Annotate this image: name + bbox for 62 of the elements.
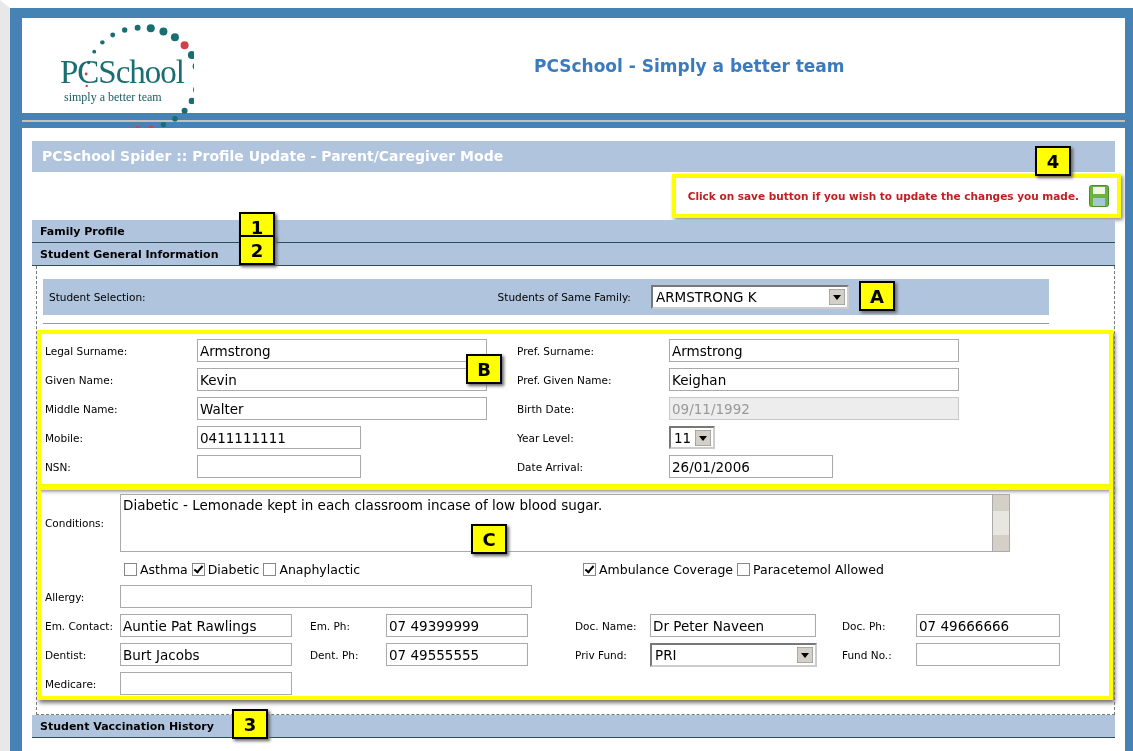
save-icon[interactable] (1089, 185, 1109, 207)
field-label: Allergy: (45, 590, 86, 603)
field-label: Birth Date: (517, 402, 576, 415)
callout-marker: 2 (239, 235, 275, 265)
text-field[interactable]: Burt Jacobs (120, 643, 292, 666)
logo-wordmark: PCSchool (60, 54, 185, 91)
text-field[interactable]: 26/01/2006 (669, 455, 833, 478)
field-label: Given Name: (45, 373, 115, 386)
text-field[interactable]: 07 49666666 (916, 614, 1060, 637)
field-label: Doc. Name: (575, 619, 638, 632)
checkbox-option[interactable]: Asthma (124, 561, 188, 577)
field-label: Pref. Given Name: (517, 373, 613, 386)
field-label: Year Level: (517, 431, 575, 444)
student-select[interactable]: ARMSTRONG K (650, 285, 849, 309)
field-label: Priv Fund: (575, 648, 628, 661)
fund-select[interactable]: PRI (650, 642, 817, 667)
text-field[interactable]: Armstrong (669, 339, 959, 362)
field-label: Middle Name: (45, 402, 119, 415)
field-label: Mobile: (45, 431, 84, 444)
year-level-select[interactable]: 11 (669, 426, 715, 449)
text-field[interactable]: 07 49399999 (386, 614, 528, 637)
field-label: Dent. Ph: (310, 648, 360, 661)
field-label: Doc. Ph: (842, 619, 887, 632)
field-label: Fund No.: (842, 648, 893, 661)
field-label: Dentist: (45, 648, 88, 661)
scrollbar[interactable] (992, 495, 1009, 551)
text-field[interactable]: 0411111111 (197, 426, 361, 449)
dropdown-arrow-icon[interactable] (797, 646, 813, 663)
field-label: NSN: (45, 460, 72, 473)
field-label: Em. Ph: (310, 619, 352, 632)
checkbox-option[interactable]: Paracetemol Allowed (737, 561, 884, 577)
field-label: Pref. Surname: (517, 344, 596, 357)
logo-tagline: simply a better team (64, 90, 162, 105)
site-title: PCSchool - Simply a better team (534, 55, 845, 76)
callout-marker: B (466, 354, 502, 384)
field-label: Student Selection: (49, 291, 146, 303)
callout-marker: A (859, 281, 895, 311)
callout-marker: 4 (1035, 146, 1071, 176)
callout-marker: C (471, 524, 507, 554)
text-field[interactable]: Walter (197, 397, 487, 420)
field-label: Medicare: (45, 677, 98, 690)
text-field[interactable]: Keighan (669, 368, 959, 391)
field-label: Students of Same Family: (497, 291, 631, 303)
text-field[interactable]: 07 49555555 (386, 643, 528, 666)
text-field[interactable] (120, 672, 292, 695)
checkbox-option[interactable]: Diabetic (191, 561, 260, 577)
field-label: Em. Contact: (45, 619, 114, 632)
text-field[interactable]: Auntie Pat Rawlings (120, 614, 292, 637)
allergy-field[interactable] (120, 585, 532, 608)
text-field[interactable] (197, 455, 361, 478)
dropdown-arrow-icon[interactable] (828, 289, 845, 305)
checkbox-option[interactable]: Anaphylactic (263, 561, 360, 577)
checkbox-option[interactable]: Ambulance Coverage (583, 561, 734, 577)
field-label: Date Arrival: (517, 460, 585, 473)
callout-marker: 3 (232, 709, 268, 739)
text-field[interactable]: Dr Peter Naveen (650, 614, 816, 637)
save-instruction: Click on save button if you wish to update the changes you made. (687, 190, 1079, 202)
field-label: Conditions: (45, 517, 106, 529)
dropdown-arrow-icon[interactable] (695, 429, 711, 446)
text-field[interactable]: Armstrong (197, 339, 487, 362)
text-field[interactable] (916, 643, 1060, 666)
field-label: Legal Surname: (45, 344, 129, 357)
